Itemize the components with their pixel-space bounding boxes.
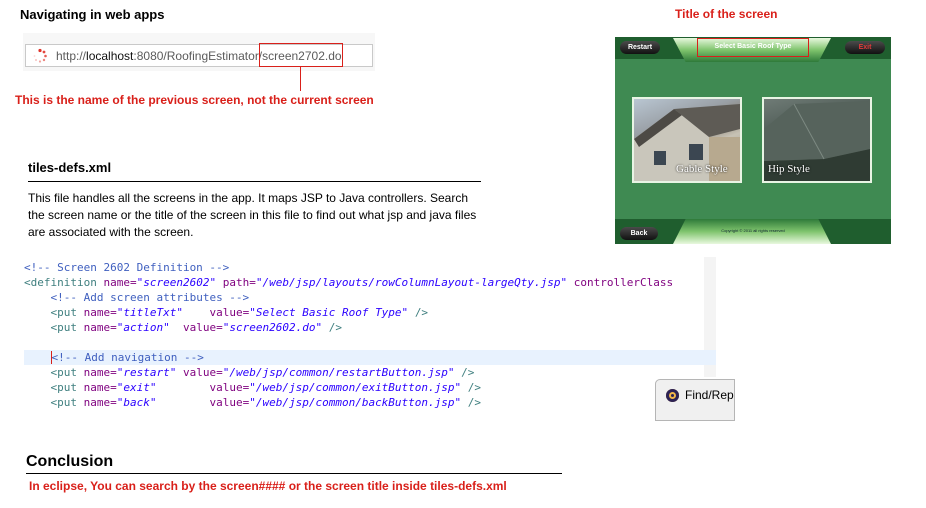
code-tag: <put bbox=[50, 366, 78, 379]
app-title-highlight-box bbox=[697, 38, 809, 57]
code-tag: <put bbox=[50, 321, 78, 334]
code-attr: value= bbox=[182, 366, 223, 379]
code-attr: name= bbox=[83, 306, 117, 319]
code-tag: <put bbox=[50, 396, 78, 409]
url-prefix: http:// bbox=[56, 48, 87, 63]
app-copyright: Copyright © 2011 all rights reserved bbox=[721, 228, 785, 233]
code-value: "screen2602.do" bbox=[222, 321, 323, 334]
code-tag-close: /> bbox=[414, 306, 429, 319]
code-tag-close: /> bbox=[328, 321, 342, 334]
loading-spinner-icon bbox=[33, 48, 47, 63]
code-value: "action" bbox=[116, 321, 170, 334]
code-value: "exit" bbox=[116, 381, 157, 394]
code-comment: <!-- Add screen attributes --> bbox=[50, 291, 250, 304]
conclusion-text: In eclipse, You can search by the screen… bbox=[29, 479, 507, 493]
code-value: "restart" bbox=[116, 366, 177, 379]
hip-style-option[interactable]: Hip Style bbox=[762, 97, 872, 183]
section-heading-conclusion: Conclusion bbox=[26, 453, 114, 470]
code-value: "back" bbox=[116, 396, 157, 409]
code-attr: value= bbox=[209, 381, 250, 394]
code-value: "/web/jsp/layouts/rowColumnLayout-largeQ… bbox=[255, 276, 568, 289]
code-attr: value= bbox=[209, 306, 250, 319]
url-path: :8080/RoofingEstimator/ bbox=[133, 48, 263, 63]
tiles-defs-description: This file handles all the screens in the… bbox=[28, 191, 477, 239]
app-screenshot: Select Basic Roof Type Restart Exit Gabl… bbox=[615, 37, 891, 244]
code-tag: <put bbox=[50, 306, 78, 319]
section-heading-navigating: Navigating in web apps bbox=[20, 7, 165, 22]
back-button[interactable]: Back bbox=[620, 227, 658, 240]
url-screen-highlight-box bbox=[259, 43, 343, 67]
hip-style-label: Hip Style bbox=[768, 163, 810, 175]
screen-title-callout: Title of the screen bbox=[675, 7, 778, 21]
code-value: "Select Basic Roof Type" bbox=[249, 306, 409, 319]
code-attr: path= bbox=[222, 276, 256, 289]
code-tag: <definition bbox=[24, 276, 97, 289]
code-value: "/web/jsp/common/restartButton.jsp" bbox=[222, 366, 455, 379]
gable-style-option[interactable]: Gable Style bbox=[632, 97, 742, 183]
eclipse-icon bbox=[666, 389, 679, 402]
code-content: <!-- Screen 2602 Definition --> <definit… bbox=[24, 260, 716, 410]
gable-style-label: Gable Style bbox=[676, 163, 728, 175]
code-value: "/web/jsp/common/backButton.jsp" bbox=[249, 396, 462, 409]
code-attr: name= bbox=[83, 396, 117, 409]
code-attr: value= bbox=[209, 396, 250, 409]
code-comment: <!-- Screen 2602 Definition --> bbox=[24, 261, 230, 274]
previous-screen-callout: This is the name of the previous screen,… bbox=[15, 93, 374, 107]
code-attr: name= bbox=[83, 381, 117, 394]
code-value: "titleTxt" bbox=[116, 306, 183, 319]
code-tag-close: /> bbox=[467, 381, 482, 394]
code-tag-close: /> bbox=[467, 396, 482, 409]
find-replace-title: Find/Rep bbox=[685, 388, 734, 402]
section-heading-tiles-defs: tiles-defs.xml bbox=[28, 160, 112, 175]
exit-button[interactable]: Exit bbox=[845, 41, 885, 54]
code-value: "screen2602" bbox=[136, 276, 217, 289]
heading-underline bbox=[26, 473, 562, 474]
code-attr: controllerClass bbox=[573, 276, 674, 289]
code-attr: name= bbox=[83, 321, 117, 334]
code-tag: <put bbox=[50, 381, 78, 394]
code-editor[interactable]: <!-- Screen 2602 Definition --> <definit… bbox=[14, 257, 730, 421]
callout-connector-line bbox=[300, 67, 301, 91]
code-attr: name= bbox=[83, 366, 117, 379]
code-value: "/web/jsp/common/exitButton.jsp" bbox=[249, 381, 462, 394]
code-comment: <!-- Add navigation --> bbox=[50, 351, 204, 364]
restart-button[interactable]: Restart bbox=[620, 41, 660, 54]
code-attr: value= bbox=[182, 321, 223, 334]
url-host: localhost bbox=[86, 48, 134, 63]
code-attr: name= bbox=[103, 276, 137, 289]
code-tag-close: /> bbox=[461, 366, 475, 379]
current-line-highlight: <!-- Add navigation --> bbox=[24, 350, 716, 365]
heading-underline bbox=[28, 181, 481, 182]
find-replace-dialog[interactable]: Find/Rep bbox=[655, 379, 735, 421]
